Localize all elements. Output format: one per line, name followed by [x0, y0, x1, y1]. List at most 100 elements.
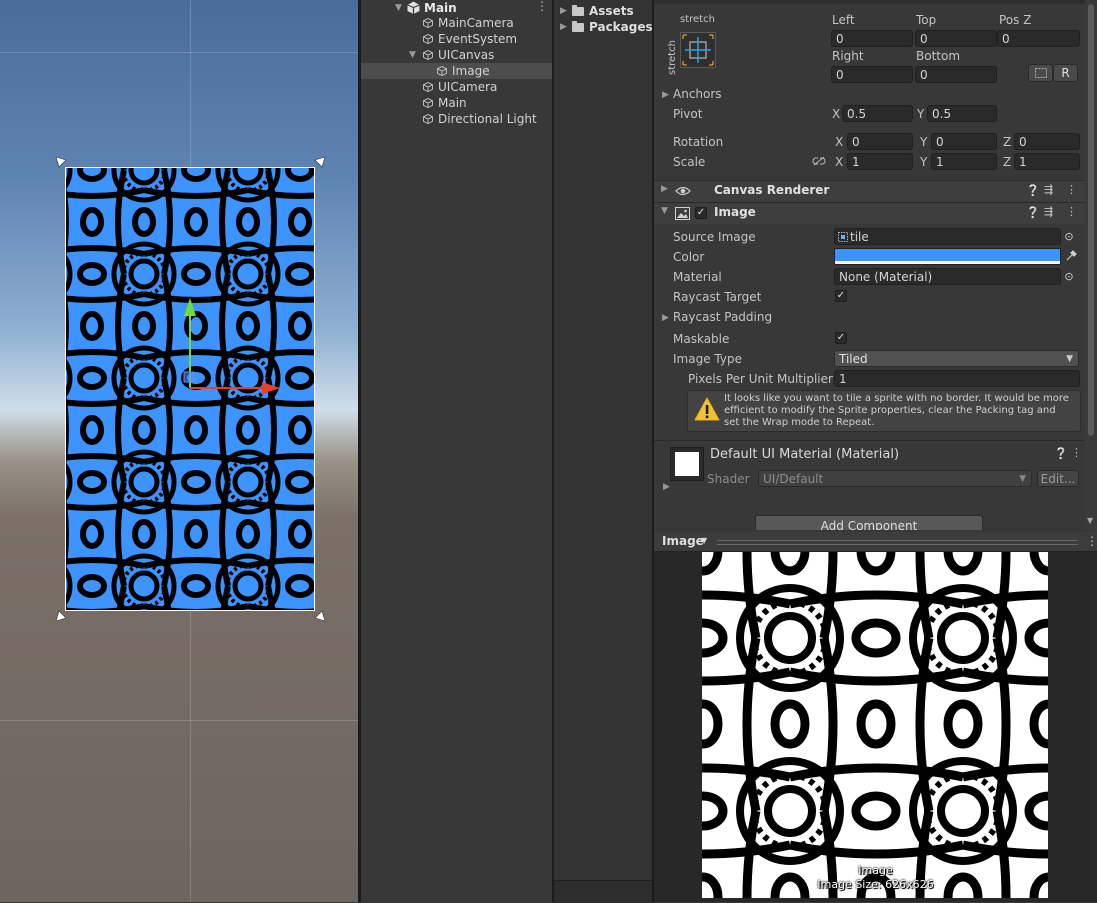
shader-edit-button[interactable]: Edit...: [1037, 470, 1079, 487]
chevron-down-icon[interactable]: ▼: [701, 536, 707, 545]
anchor-preset-top-label: stretch: [680, 14, 715, 25]
hierarchy-item-maincamera[interactable]: MainCamera: [361, 15, 552, 31]
fold-arrow-icon[interactable]: ▼: [395, 0, 402, 16]
bottom-field[interactable]: 0: [915, 66, 997, 83]
image-type-dropdown[interactable]: Tiled ▼: [834, 350, 1079, 367]
hierarchy-item-image[interactable]: Image: [361, 63, 552, 79]
anchor-handle-icon[interactable]: [55, 610, 67, 622]
fold-arrow-icon[interactable]: ▶: [662, 87, 669, 103]
canvas-renderer-header[interactable]: ▶ Canvas Renderer ❔ ⇶ ⋮: [654, 180, 1097, 202]
help-icon[interactable]: ❔: [1026, 206, 1040, 219]
pivot-label: Pivot: [673, 107, 703, 121]
image-component-header[interactable]: ▼ ✓ Image ❔ ⇶ ⋮: [654, 202, 1097, 224]
help-icon[interactable]: ❔: [1054, 447, 1068, 460]
rotation-y-axis: Y: [920, 135, 928, 149]
anchor-handle-icon[interactable]: [314, 156, 326, 168]
kebab-menu-icon[interactable]: ⋮: [1071, 446, 1082, 459]
scale-x-field[interactable]: 1: [847, 153, 913, 170]
scale-z-field[interactable]: 1: [1014, 153, 1080, 170]
fold-arrow-icon[interactable]: ▶: [661, 184, 668, 194]
object-picker-icon[interactable]: ⊙: [1060, 268, 1078, 285]
fold-arrow-icon[interactable]: ▼: [409, 47, 416, 63]
posz-field[interactable]: 0: [997, 30, 1080, 47]
material-section: Default UI Material (Material) ❔ ⋮ ▶ Sha…: [654, 440, 1097, 497]
move-gizmo-icon[interactable]: [180, 296, 284, 396]
source-image-value: tile: [850, 230, 869, 244]
left-field[interactable]: 0: [831, 30, 913, 47]
presets-icon[interactable]: ⇶: [1044, 205, 1053, 218]
image-type-label: Image Type: [673, 352, 742, 366]
top-field[interactable]: 0: [915, 30, 997, 47]
scrollbar-thumb[interactable]: [1088, 4, 1094, 436]
scroll-down-icon[interactable]: ▼: [1087, 516, 1093, 525]
hierarchy-scene-row[interactable]: ▼ Main: [361, 0, 552, 16]
rotation-x-field[interactable]: 0: [847, 133, 913, 150]
maskable-checkbox[interactable]: ✓: [835, 332, 847, 344]
kebab-menu-icon[interactable]: ⋮: [536, 0, 548, 14]
pivot-y-field[interactable]: 0.5: [927, 105, 997, 122]
scale-label: Scale: [673, 155, 706, 169]
anchor-handle-icon[interactable]: [314, 610, 326, 622]
kebab-menu-icon[interactable]: ⋮: [1066, 205, 1077, 218]
color-label: Color: [673, 250, 705, 264]
raw-edit-button[interactable]: R: [1053, 64, 1078, 82]
fold-arrow-icon[interactable]: ▶: [662, 310, 669, 326]
pivot-x-field[interactable]: 0.5: [842, 105, 913, 122]
source-image-field[interactable]: tile: [834, 228, 1061, 245]
constrain-proportions-icon[interactable]: [812, 156, 826, 166]
image-component-icon: [675, 207, 690, 220]
hierarchy-item-eventsystem[interactable]: EventSystem: [361, 31, 552, 47]
preview-drag-handle[interactable]: [717, 540, 1078, 545]
shader-dropdown[interactable]: UI/Default ▼: [758, 470, 1032, 487]
scene-view[interactable]: [0, 0, 358, 902]
gameobject-cube-icon: [423, 50, 433, 60]
image-type-value: Tiled: [839, 352, 868, 366]
folder-icon: [572, 21, 584, 32]
scene-grid-line: [0, 720, 358, 721]
anchor-handle-icon[interactable]: [55, 156, 67, 168]
kebab-menu-icon[interactable]: ⋮: [1066, 183, 1077, 196]
rotation-z-field[interactable]: 0: [1014, 133, 1080, 150]
image-enabled-checkbox[interactable]: ✓: [695, 207, 707, 219]
blueprint-mode-button[interactable]: [1028, 64, 1053, 82]
hierarchy-item-label: UICamera: [438, 80, 498, 94]
unity-scene-icon: [407, 1, 420, 14]
right-label: Right: [832, 49, 864, 63]
anchors-label[interactable]: Anchors: [673, 86, 722, 102]
help-icon[interactable]: ❔: [1026, 184, 1040, 197]
hierarchy-item-directional-light[interactable]: Directional Light: [361, 111, 552, 127]
fold-arrow-icon[interactable]: ▶: [560, 19, 567, 35]
fold-arrow-icon[interactable]: ▶: [663, 479, 670, 495]
anchor-preset-button[interactable]: [680, 32, 716, 68]
raycast-target-checkbox[interactable]: ✓: [835, 290, 847, 302]
gameobject-cube-icon: [423, 34, 433, 44]
pixels-per-unit-field[interactable]: 1: [834, 370, 1080, 387]
project-item-label: Assets: [589, 4, 634, 18]
fold-arrow-icon[interactable]: ▶: [560, 3, 567, 19]
warning-icon: [694, 397, 720, 421]
scale-y-field[interactable]: 1: [931, 153, 997, 170]
posz-label: Pos Z: [999, 13, 1032, 27]
color-swatch: [835, 249, 1060, 261]
hierarchy-item-uicanvas[interactable]: ▼ UICanvas: [361, 47, 552, 63]
hierarchy-item-main[interactable]: Main: [361, 95, 552, 111]
kebab-menu-icon[interactable]: ⋮: [1086, 534, 1097, 548]
rotation-y-field[interactable]: 0: [931, 133, 997, 150]
fold-arrow-icon[interactable]: ▼: [661, 206, 668, 216]
scene-name: Main: [424, 1, 457, 15]
object-picker-icon[interactable]: ⊙: [1060, 228, 1078, 245]
add-component-button[interactable]: Add Component: [755, 515, 983, 530]
project-panel: ▶ Assets ▶ Packages: [554, 0, 653, 902]
eyedropper-icon[interactable]: [1062, 248, 1080, 265]
raycast-padding-label[interactable]: Raycast Padding: [673, 309, 772, 325]
inspector-scrollbar[interactable]: ▼: [1085, 0, 1097, 530]
color-alpha-bar: [835, 261, 1060, 264]
material-field[interactable]: None (Material): [834, 268, 1061, 285]
project-item-label: Packages: [589, 20, 653, 34]
material-preview[interactable]: [670, 447, 704, 481]
right-field[interactable]: 0: [831, 66, 913, 83]
preview-dropdown-label[interactable]: Image: [662, 534, 704, 548]
color-field[interactable]: [834, 248, 1061, 265]
hierarchy-item-uicamera[interactable]: UICamera: [361, 79, 552, 95]
presets-icon[interactable]: ⇶: [1044, 183, 1053, 196]
